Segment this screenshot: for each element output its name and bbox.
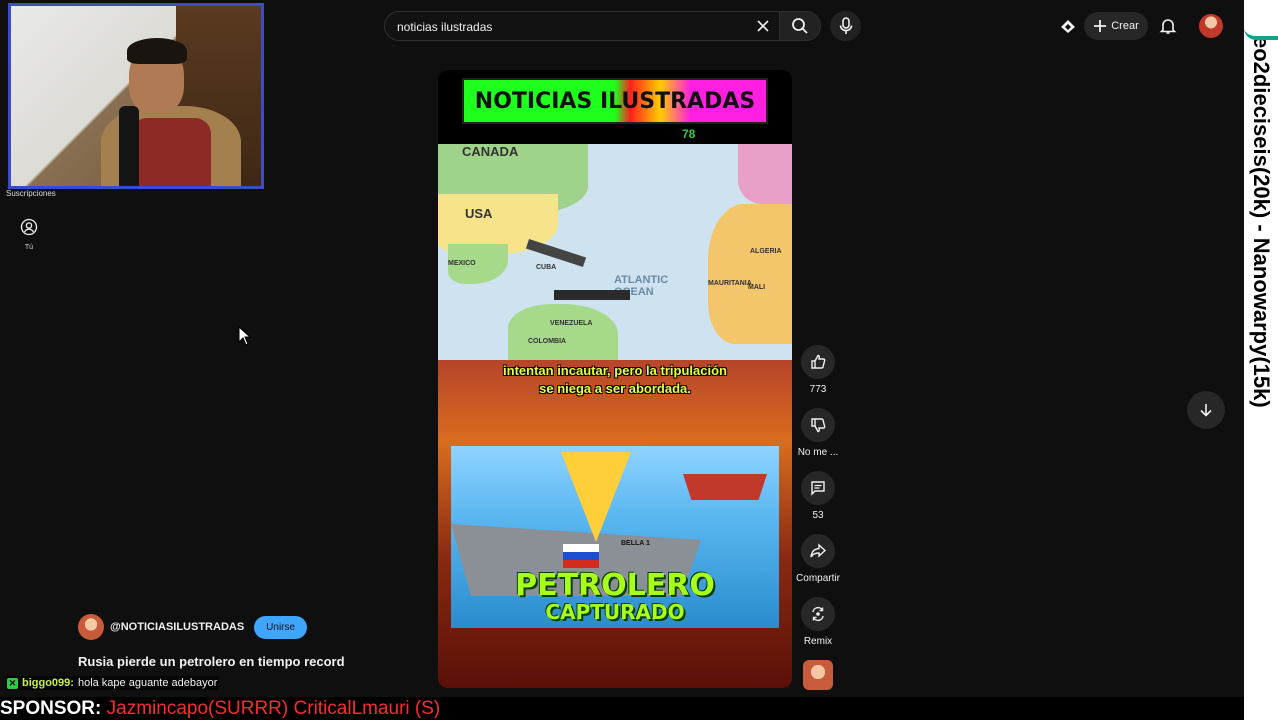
close-icon[interactable] <box>755 18 771 34</box>
video-banner-text: NOTICIAS ILUSTRADAS <box>474 88 756 114</box>
chat-text: hola kape aguante adebayor <box>77 677 218 689</box>
sidebar-item-you[interactable]: Tú <box>14 218 44 251</box>
map-label-usa: USA <box>465 206 493 221</box>
russia-flag-icon <box>563 544 599 568</box>
map-label-algeria: ALGERIA <box>750 248 782 255</box>
subtitle-line-1: intentan incautar, pero la tripulación <box>503 363 727 378</box>
share-button[interactable]: Compartir <box>795 534 841 584</box>
thumbnail-title-2: CAPTURADO <box>545 600 685 624</box>
thumbnail-ship-label: BELLA 1 <box>621 540 650 547</box>
video-banner: NOTICIAS ILUSTRADAS <box>462 78 768 124</box>
thumbnail-pizza-character <box>561 452 631 542</box>
map-label-mexico: MEXICO <box>448 260 476 267</box>
sponsor-names: Jazmincapo(SURRR) CriticalLmauri (S) <box>106 698 441 719</box>
thumbs-up-icon <box>811 354 826 369</box>
webcam-overlay <box>8 3 264 189</box>
remix-button[interactable]: Remix <box>795 597 841 647</box>
comments-count: 53 <box>812 510 824 521</box>
map-land-south-america <box>508 304 618 360</box>
webcam-person-hair <box>127 38 187 64</box>
arrow-down-icon <box>1200 404 1212 417</box>
map-ship-2 <box>554 290 630 300</box>
bell-icon[interactable] <box>1159 17 1177 35</box>
dislike-label: No me ... <box>797 447 839 458</box>
next-short-button[interactable] <box>1187 391 1225 429</box>
voice-search-button[interactable] <box>830 11 861 41</box>
thumbs-down-icon <box>811 418 826 433</box>
microphone-icon <box>839 17 852 34</box>
channel-avatar[interactable] <box>78 614 104 640</box>
mouse-cursor-icon <box>238 326 252 346</box>
audio-source-avatar[interactable] <box>803 660 833 690</box>
comment-icon <box>811 481 825 496</box>
cast-icon[interactable] <box>1059 18 1077 34</box>
map-land-europe <box>738 144 792 204</box>
remix-label: Remix <box>803 636 833 647</box>
ticker-cap <box>1244 0 1278 40</box>
account-circle-icon <box>20 218 38 236</box>
account-avatar[interactable] <box>1199 14 1223 38</box>
like-count: 773 <box>809 384 827 395</box>
screen: Suscripciones Tú noticias ilustradas Cre… <box>0 0 1278 720</box>
plus-icon <box>1094 20 1107 32</box>
remix-icon <box>812 606 824 622</box>
dislike-button[interactable]: No me ... <box>795 408 841 458</box>
vertical-ticker: eo2dieciseis(20k) - Nanowarpy(15k) <box>1244 0 1278 720</box>
sponsor-label: SPONSOR: <box>0 698 102 719</box>
video-subtitles: intentan incautar, pero la tripulación s… <box>468 362 762 398</box>
map-label-mauritania: MAURITANIA <box>708 280 752 287</box>
search-box[interactable]: noticias ilustradas <box>384 11 780 41</box>
webcam-person-shirt <box>131 118 211 186</box>
webcam-microphone <box>119 106 139 186</box>
comments-button[interactable]: 53 <box>795 471 841 521</box>
sidebar-subscriptions-label[interactable]: Suscripciones <box>6 189 56 198</box>
sponsor-bar: SPONSOR: Jazmincapo(SURRR) CriticalLmaur… <box>0 697 1244 720</box>
channel-handle[interactable]: @NOTICIASILUSTRADAS <box>110 621 244 633</box>
map-land-africa <box>708 204 792 344</box>
video-title: Rusia pierde un petrolero en tiempo reco… <box>78 654 345 669</box>
map-label-canada: CANADA <box>462 144 519 159</box>
chat-badge-icon: ✕ <box>7 677 18 689</box>
ticker-text: eo2dieciseis(20k) - Nanowarpy(15k) <box>1249 36 1274 408</box>
share-icon <box>810 543 826 558</box>
map-label-venezuela: VENEZUELA <box>550 320 593 327</box>
thumbnail-title-1: PETROLERO <box>515 568 715 603</box>
share-label: Compartir <box>796 573 840 584</box>
video-banner-number: 78 <box>682 127 696 141</box>
search-input[interactable]: noticias ilustradas <box>397 20 492 34</box>
like-button[interactable]: 773 <box>795 345 841 395</box>
chat-message: ✕ biggo099: hola kape aguante adebayor <box>5 676 220 690</box>
join-button[interactable]: Unirse <box>254 615 308 639</box>
create-button[interactable]: Crear <box>1084 12 1148 40</box>
search-icon <box>792 18 808 34</box>
create-button-label: Crear <box>1111 20 1139 32</box>
video-thumbnail-inset: BELLA 1 PETROLERO CAPTURADO <box>451 446 779 628</box>
thumbnail-red-ship <box>683 474 767 500</box>
chat-username: biggo099: <box>22 677 74 689</box>
sidebar-item-you-label: Tú <box>24 244 34 251</box>
video-map: CANADA USA MEXICO CUBA ALGERIA MALI MAUR… <box>438 144 792 360</box>
map-ship-1 <box>525 238 587 268</box>
map-label-colombia: COLOMBIA <box>528 338 567 345</box>
channel-info: @NOTICIASILUSTRADAS Unirse <box>78 614 308 640</box>
search-button[interactable] <box>779 11 821 41</box>
subtitle-line-2: se niega a ser abordada. <box>539 381 691 396</box>
short-video-player[interactable]: NOTICIAS ILUSTRADAS 78 CANADA USA MEXICO… <box>438 70 792 688</box>
map-label-cuba: CUBA <box>536 264 557 271</box>
